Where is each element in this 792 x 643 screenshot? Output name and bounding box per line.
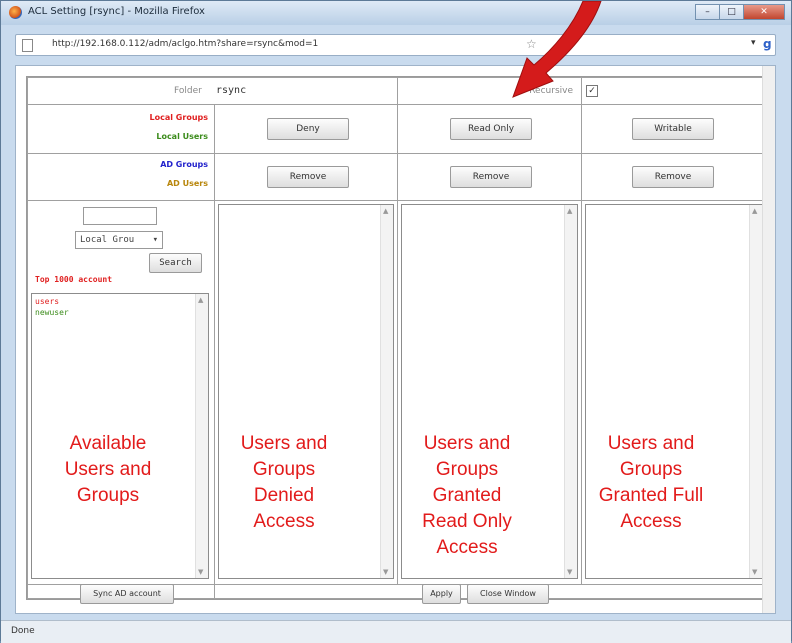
annotation-line: Access: [620, 511, 682, 532]
browser-window: ACL Setting [rsync] - Mozilla Firefox – …: [0, 0, 792, 643]
status-bar: Done: [1, 620, 791, 643]
full-access-annotation: Users and Groups Granted Full Access: [581, 431, 721, 535]
scroll-up-icon[interactable]: ▲: [198, 296, 203, 304]
remove-full-cell: Remove: [581, 153, 767, 201]
list-item[interactable]: newuser: [35, 308, 69, 317]
local-groups-label: Local Groups: [149, 113, 208, 122]
ad-users-label: AD Users: [166, 179, 208, 188]
writable-button[interactable]: Writable: [632, 118, 714, 140]
annotation-line: Users and: [240, 433, 328, 454]
remove-denied-button[interactable]: Remove: [267, 166, 349, 188]
available-list-scrollbar[interactable]: ▲ ▼: [195, 294, 208, 578]
scroll-up-icon[interactable]: ▲: [383, 207, 388, 215]
maximize-button[interactable]: □: [719, 4, 744, 20]
recursive-check-cell: ✓: [581, 77, 767, 105]
status-text: Done: [11, 626, 35, 636]
annotation-line: Access: [436, 537, 498, 558]
annotation-line: Users and: [64, 459, 152, 480]
scroll-down-icon[interactable]: ▼: [383, 568, 388, 576]
list-item[interactable]: users: [35, 297, 59, 306]
remove-read-cell: Remove: [397, 153, 582, 201]
deny-cell: Deny: [214, 104, 398, 154]
recursive-checkbox[interactable]: ✓: [586, 85, 598, 97]
annotation-line: Groups: [435, 459, 499, 480]
page-scrollbar[interactable]: [762, 66, 775, 613]
recursive-label: Recursive: [529, 86, 573, 96]
read-only-button[interactable]: Read Only: [450, 118, 532, 140]
search-type-value: Local Grou: [80, 235, 135, 245]
scroll-up-icon[interactable]: ▲: [752, 207, 757, 215]
annotation-line: Denied: [253, 485, 315, 506]
search-button[interactable]: Search: [149, 253, 202, 273]
dropdown-arrow-icon[interactable]: ▾: [751, 38, 756, 48]
denied-list-scrollbar[interactable]: ▲ ▼: [380, 205, 393, 578]
scroll-down-icon[interactable]: ▼: [567, 568, 572, 576]
minimize-button[interactable]: –: [695, 4, 720, 20]
address-bar[interactable]: http://192.168.0.112/adm/aclgo.htm?share…: [15, 34, 776, 56]
read-only-annotation: Users and Groups Granted Read Only Acces…: [402, 431, 532, 561]
annotation-line: Groups: [76, 485, 140, 506]
denied-annotation: Users and Groups Denied Access: [219, 431, 349, 535]
bookmark-star-icon[interactable]: ☆: [526, 37, 537, 51]
top-account-note: Top 1000 account: [35, 275, 113, 284]
remove-read-only-button[interactable]: Remove: [450, 166, 532, 188]
apply-button[interactable]: Apply: [422, 584, 461, 604]
window-controls: – □ ✕: [695, 4, 785, 20]
page-icon: [22, 39, 33, 52]
labels-cell-bottom: AD Groups AD Users: [27, 153, 215, 201]
remove-writable-button[interactable]: Remove: [632, 166, 714, 188]
recursive-cell: Recursive: [397, 77, 582, 105]
full-access-list-scrollbar[interactable]: ▲ ▼: [749, 205, 762, 578]
annotation-line: Access: [253, 511, 315, 532]
read-only-cell: Read Only: [397, 104, 582, 154]
window-title: ACL Setting [rsync] - Mozilla Firefox: [28, 6, 205, 17]
available-annotation: Available Users and Groups: [43, 431, 173, 509]
scroll-down-icon[interactable]: ▼: [752, 568, 757, 576]
local-users-label: Local Users: [156, 132, 208, 141]
scroll-up-icon[interactable]: ▲: [567, 207, 572, 215]
available-column: Local Grou ▾ Search Top 1000 account use…: [27, 200, 215, 585]
scroll-down-icon[interactable]: ▼: [198, 568, 203, 576]
close-window-button[interactable]: Close Window: [467, 584, 549, 604]
ad-groups-label: AD Groups: [160, 160, 208, 169]
annotation-line: Groups: [252, 459, 316, 480]
annotation-line: Read Only: [422, 511, 512, 532]
folder-label: Folder: [174, 86, 202, 96]
annotation-line: Groups: [619, 459, 683, 480]
title-bar: ACL Setting [rsync] - Mozilla Firefox – …: [1, 1, 791, 25]
firefox-icon: [9, 6, 22, 19]
folder-cell: Folder rsync: [27, 77, 398, 105]
search-type-select[interactable]: Local Grou ▾: [75, 231, 163, 249]
annotation-line: Available: [69, 433, 147, 454]
remove-denied-cell: Remove: [214, 153, 398, 201]
read-only-list-scrollbar[interactable]: ▲ ▼: [564, 205, 577, 578]
url-text[interactable]: http://192.168.0.112/adm/aclgo.htm?share…: [52, 39, 318, 49]
search-input[interactable]: [83, 207, 157, 225]
annotation-line: Users and: [423, 433, 511, 454]
writable-cell: Writable: [581, 104, 767, 154]
deny-button[interactable]: Deny: [267, 118, 349, 140]
labels-cell-top: Local Groups Local Users: [27, 104, 215, 154]
sync-ad-account-button[interactable]: Sync AD account: [80, 584, 174, 604]
folder-value: rsync: [216, 85, 247, 96]
annotation-line: Granted Full: [598, 485, 704, 506]
google-search-icon[interactable]: g: [763, 37, 772, 51]
chevron-down-icon: ▾: [152, 235, 158, 245]
annotation-line: Users and: [607, 433, 695, 454]
annotation-line: Granted: [432, 485, 502, 506]
close-button[interactable]: ✕: [743, 4, 785, 20]
